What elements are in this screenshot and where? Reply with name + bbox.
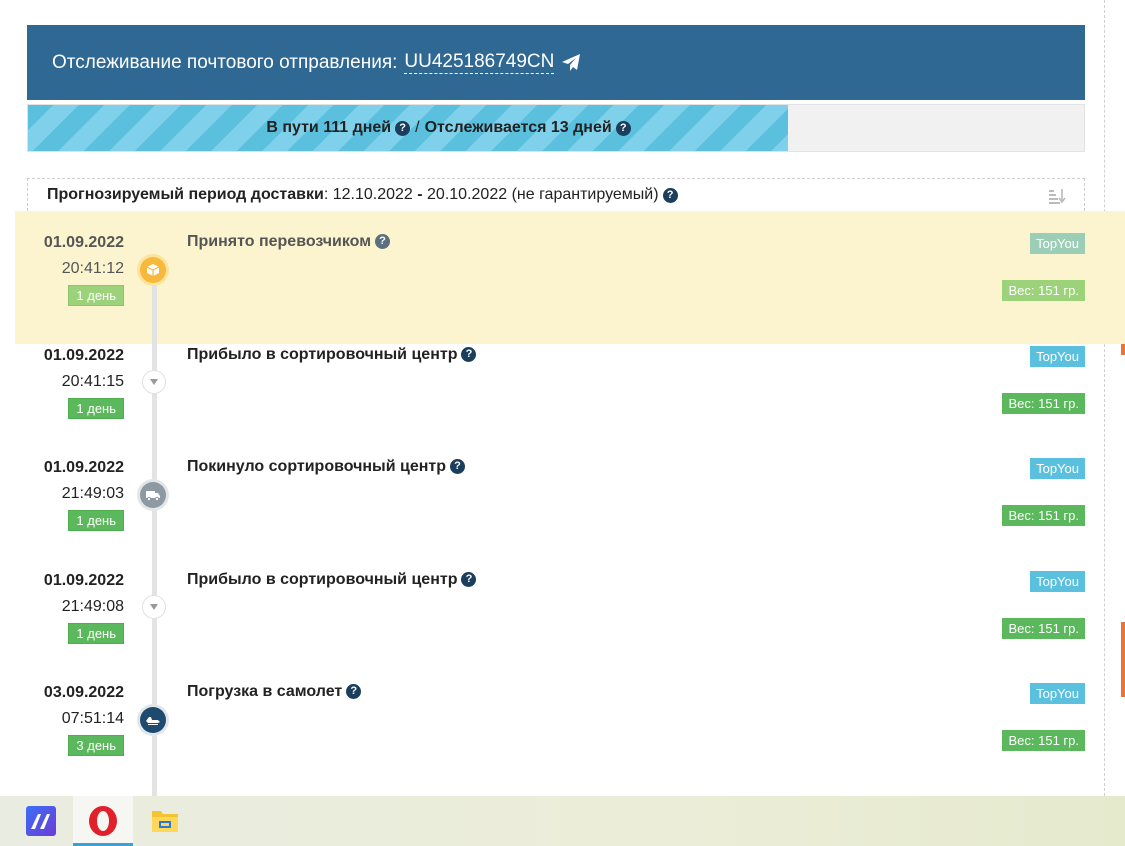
ai-app-icon bbox=[26, 806, 56, 836]
event-date: 03.09.2022 bbox=[43, 684, 124, 701]
event-status: Принято перевозчиком? bbox=[187, 233, 391, 251]
event-time: 20:41:12 bbox=[61, 260, 124, 277]
forecast-note: (не гарантируемый) bbox=[511, 186, 659, 203]
tracking-event: 01.09.2022 20:41:15 1 день Прибыло в сор… bbox=[27, 337, 1085, 449]
header-title: Отслеживание почтового отправления: bbox=[52, 51, 398, 73]
in-transit-label: В пути 111 дней bbox=[266, 119, 392, 136]
transit-progress-bar: В пути 111 дней ? / Отслеживается 13 дне… bbox=[27, 104, 1085, 152]
taskbar-app[interactable] bbox=[73, 796, 133, 846]
taskbar-app[interactable] bbox=[135, 796, 195, 846]
tracking-event: 01.09.2022 21:49:08 1 день Прибыло в сор… bbox=[27, 562, 1085, 674]
event-status: Погрузка в самолет? bbox=[187, 683, 362, 701]
event-time: 20:41:15 bbox=[61, 373, 124, 390]
package-icon bbox=[140, 257, 166, 283]
forecast-label: Прогнозируемый период доставки bbox=[47, 186, 324, 203]
days-badge: 1 день bbox=[68, 398, 124, 419]
weight-badge: Вес: 151 гр. bbox=[1002, 280, 1085, 301]
event-time: 07:51:14 bbox=[61, 710, 124, 727]
event-date: 01.09.2022 bbox=[43, 572, 124, 589]
page-right-border bbox=[1104, 0, 1105, 796]
question-icon[interactable]: ? bbox=[375, 234, 391, 250]
opera-browser-icon bbox=[89, 806, 117, 836]
event-status-text: Погрузка в самолет bbox=[187, 683, 343, 700]
event-status-text: Принято перевозчиком bbox=[187, 233, 372, 250]
days-badge: 1 день bbox=[68, 285, 124, 306]
taskbar-app[interactable] bbox=[11, 796, 71, 846]
event-status: Прибыло в сортировочный центр? bbox=[187, 346, 477, 364]
scroll-marker bbox=[1121, 622, 1125, 697]
progress-text: В пути 111 дней ? / Отслеживается 13 дне… bbox=[28, 105, 1084, 151]
carrier-badge: TopYou bbox=[1030, 683, 1085, 704]
question-icon[interactable]: ? bbox=[461, 572, 477, 588]
weight-badge: Вес: 151 гр. bbox=[1002, 618, 1085, 639]
tracking-event: 01.09.2022 21:49:03 1 день Покинуло сорт… bbox=[27, 449, 1085, 561]
forecast-dash: - bbox=[417, 186, 423, 203]
weight-badge: Вес: 151 гр. bbox=[1002, 393, 1085, 414]
tracking-event: 01.09.2022 20:41:12 1 день Принято перев… bbox=[27, 224, 1085, 336]
event-date: 01.09.2022 bbox=[43, 459, 124, 476]
truck-icon bbox=[140, 482, 166, 508]
question-icon[interactable]: ? bbox=[450, 459, 465, 475]
event-status-text: Прибыло в сортировочный центр bbox=[187, 346, 458, 363]
tracking-number-link[interactable]: UU425186749CN bbox=[404, 51, 555, 74]
arrow-down-icon bbox=[142, 595, 166, 619]
file-explorer-icon bbox=[152, 811, 178, 832]
tracked-label: Отслеживается 13 дней bbox=[424, 119, 612, 136]
carrier-badge: TopYou bbox=[1030, 458, 1085, 479]
event-date: 01.09.2022 bbox=[43, 347, 124, 364]
question-icon[interactable]: ? bbox=[662, 187, 678, 203]
arrow-down-icon bbox=[142, 370, 166, 394]
taskbar bbox=[0, 796, 1125, 846]
event-status: Покинуло сортировочный центр? bbox=[187, 458, 465, 476]
tracking-event: 03.09.2022 07:51:14 3 день Погрузка в са… bbox=[27, 674, 1085, 786]
question-icon[interactable]: ? bbox=[395, 120, 411, 136]
tracking-header: Отслеживание почтового отправления: UU42… bbox=[27, 25, 1085, 100]
carrier-badge: TopYou bbox=[1030, 233, 1085, 254]
airplane-icon bbox=[140, 707, 166, 733]
event-status-text: Покинуло сортировочный центр bbox=[187, 458, 446, 475]
weight-badge: Вес: 151 гр. bbox=[1002, 505, 1085, 526]
event-time: 21:49:03 bbox=[61, 485, 124, 502]
event-status-text: Прибыло в сортировочный центр bbox=[187, 571, 458, 588]
paper-plane-icon[interactable] bbox=[561, 53, 581, 73]
event-time: 21:49:08 bbox=[61, 598, 124, 615]
weight-badge: Вес: 151 гр. bbox=[1002, 730, 1085, 751]
progress-separator: / bbox=[415, 119, 420, 136]
event-date: 01.09.2022 bbox=[43, 234, 124, 251]
question-icon[interactable]: ? bbox=[615, 120, 631, 136]
event-status: Прибыло в сортировочный центр? bbox=[187, 571, 477, 589]
forecast-colon: : bbox=[323, 186, 329, 203]
delivery-forecast: Прогнозируемый период доставки: 12.10.20… bbox=[27, 178, 1085, 211]
days-badge: 1 день bbox=[68, 623, 124, 644]
carrier-badge: TopYou bbox=[1030, 571, 1085, 592]
forecast-end: 20.10.2022 bbox=[427, 186, 508, 203]
question-icon[interactable]: ? bbox=[346, 684, 362, 700]
question-icon[interactable]: ? bbox=[461, 347, 477, 363]
carrier-badge: TopYou bbox=[1030, 346, 1085, 367]
forecast-start: 12.10.2022 bbox=[332, 186, 413, 203]
days-badge: 3 день bbox=[68, 735, 124, 756]
days-badge: 1 день bbox=[68, 510, 124, 531]
sort-icon[interactable] bbox=[1048, 187, 1066, 205]
